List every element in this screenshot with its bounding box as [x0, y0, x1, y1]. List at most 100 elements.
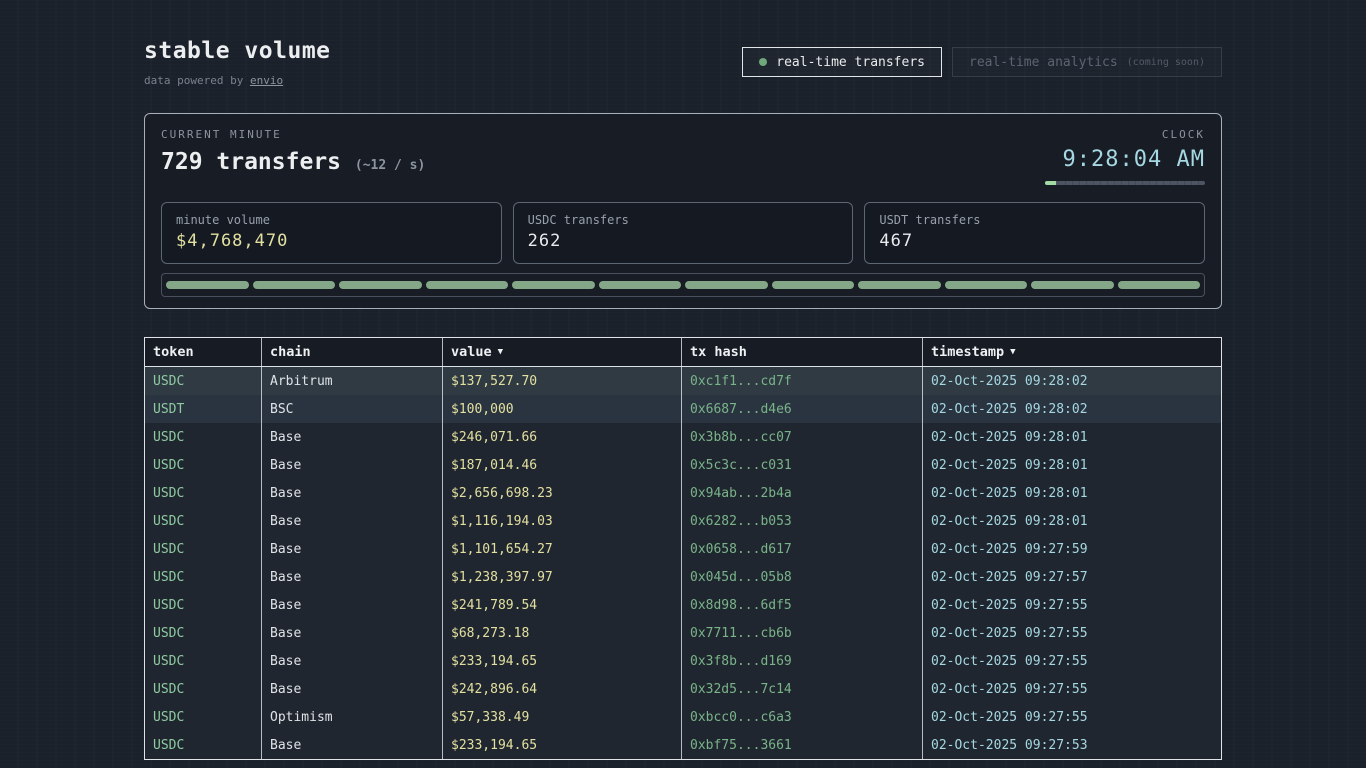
transfers-rate: (~12 / s) [355, 158, 425, 173]
interval-segment [166, 281, 249, 289]
tab-realtime-transfers[interactable]: real-time transfers [742, 47, 942, 77]
tx-hash-link[interactable]: 0x3b8b...cc07 [682, 423, 923, 451]
interval-segment [512, 281, 595, 289]
token-cell: USDC [145, 507, 262, 535]
tx-hash-link[interactable]: 0xc1f1...cd7f [682, 367, 923, 395]
clock-progress-fill [1045, 181, 1056, 185]
table-row: USDC Base $187,014.46 0x5c3c...c031 02-O… [145, 451, 1221, 479]
tx-hash-link[interactable]: 0x0658...d617 [682, 535, 923, 563]
value-cell: $242,896.64 [443, 675, 682, 703]
timestamp-cell: 02-Oct-2025 09:28:01 [923, 423, 1220, 451]
table-row: USDC Base $1,116,194.03 0x6282...b053 02… [145, 507, 1221, 535]
token-cell: USDC [145, 563, 262, 591]
timestamp-cell: 02-Oct-2025 09:27:55 [923, 591, 1220, 619]
interval-segment [1031, 281, 1114, 289]
tab-analytics-label: real-time analytics [969, 55, 1118, 70]
transfers-summary: CURRENT MINUTE 729 transfers (~12 / s) [161, 128, 425, 175]
interval-segment [945, 281, 1028, 289]
timestamp-cell: 02-Oct-2025 09:27:55 [923, 647, 1220, 675]
chain-cell: Arbitrum [262, 367, 443, 395]
coming-soon-label: (coming soon) [1127, 57, 1205, 68]
tx-hash-link[interactable]: 0x6282...b053 [682, 507, 923, 535]
table-row: USDC Base $233,194.65 0x3f8b...d169 02-O… [145, 647, 1221, 675]
usdt-transfers-label: USDT transfers [879, 213, 1190, 227]
timestamp-cell: 02-Oct-2025 09:27:53 [923, 731, 1220, 759]
table-row: USDC Arbitrum $137,527.70 0xc1f1...cd7f … [145, 367, 1221, 395]
tx-hash-link[interactable]: 0x32d5...7c14 [682, 675, 923, 703]
col-header-timestamp[interactable]: timestamp▼ [923, 338, 1220, 366]
tx-hash-link[interactable]: 0xbcc0...c6a3 [682, 703, 923, 731]
current-minute-panel: CURRENT MINUTE 729 transfers (~12 / s) C… [144, 113, 1222, 309]
timestamp-cell: 02-Oct-2025 09:28:01 [923, 479, 1220, 507]
tx-hash-link[interactable]: 0x94ab...2b4a [682, 479, 923, 507]
value-cell: $187,014.46 [443, 451, 682, 479]
clock-label: CLOCK [1045, 128, 1205, 141]
tx-hash-link[interactable]: 0x045d...05b8 [682, 563, 923, 591]
transfers-table: token chain value▼ tx hash timestamp▼ US… [144, 337, 1222, 760]
tx-hash-link[interactable]: 0x6687...d4e6 [682, 395, 923, 423]
chain-cell: Base [262, 507, 443, 535]
chain-cell: Base [262, 619, 443, 647]
tx-hash-link[interactable]: 0x7711...cb6b [682, 619, 923, 647]
tx-hash-link[interactable]: 0xbf75...3661 [682, 731, 923, 759]
transfers-count: 729 transfers (~12 / s) [161, 149, 425, 175]
usdt-transfers-card: USDT transfers 467 [864, 202, 1205, 264]
chain-cell: Base [262, 731, 443, 759]
token-cell: USDC [145, 423, 262, 451]
token-cell: USDC [145, 675, 262, 703]
tx-hash-link[interactable]: 0x5c3c...c031 [682, 451, 923, 479]
table-row: USDC Base $2,656,698.23 0x94ab...2b4a 02… [145, 479, 1221, 507]
timestamp-cell: 02-Oct-2025 09:28:01 [923, 451, 1220, 479]
table-row: USDC Base $242,896.64 0x32d5...7c14 02-O… [145, 675, 1221, 703]
col-header-token: token [145, 338, 262, 366]
col-header-tx-hash: tx hash [682, 338, 923, 366]
usdc-transfers-card: USDC transfers 262 [513, 202, 854, 264]
timestamp-cell: 02-Oct-2025 09:27:57 [923, 563, 1220, 591]
live-indicator-dot [759, 58, 767, 66]
main-content: stable volume data powered by envio real… [144, 0, 1222, 760]
table-row: USDC Optimism $57,338.49 0xbcc0...c6a3 0… [145, 703, 1221, 731]
stat-cards: minute volume $4,768,470 USDC transfers … [161, 202, 1205, 264]
page-header: stable volume data powered by envio real… [144, 0, 1222, 87]
interval-segments-bar [161, 273, 1205, 297]
usdc-transfers-value: 262 [528, 231, 839, 251]
view-tabs: real-time transfers real-time analytics … [742, 47, 1222, 77]
value-cell: $1,101,654.27 [443, 535, 682, 563]
clock-block: CLOCK 9:28:04 AM [1045, 128, 1205, 185]
token-cell: USDC [145, 479, 262, 507]
timestamp-cell: 02-Oct-2025 09:27:55 [923, 703, 1220, 731]
token-cell: USDT [145, 395, 262, 423]
value-cell: $1,238,397.97 [443, 563, 682, 591]
usdt-transfers-value: 467 [879, 231, 1190, 251]
table-header-row: token chain value▼ tx hash timestamp▼ [145, 338, 1221, 367]
minute-volume-value: $4,768,470 [176, 231, 487, 251]
chain-cell: Optimism [262, 703, 443, 731]
minute-volume-card: minute volume $4,768,470 [161, 202, 502, 264]
timestamp-cell: 02-Oct-2025 09:27:59 [923, 535, 1220, 563]
tx-hash-link[interactable]: 0x3f8b...d169 [682, 647, 923, 675]
interval-segment [426, 281, 509, 289]
chain-cell: Base [262, 675, 443, 703]
token-cell: USDC [145, 535, 262, 563]
timestamp-cell: 02-Oct-2025 09:28:02 [923, 395, 1220, 423]
interval-segment [858, 281, 941, 289]
token-cell: USDC [145, 647, 262, 675]
value-cell: $233,194.65 [443, 731, 682, 759]
value-cell: $100,000 [443, 395, 682, 423]
tx-hash-link[interactable]: 0x8d98...6df5 [682, 591, 923, 619]
interval-segment [253, 281, 336, 289]
transfers-count-value: 729 transfers [161, 149, 341, 175]
table-row: USDC Base $1,101,654.27 0x0658...d617 02… [145, 535, 1221, 563]
envio-link[interactable]: envio [250, 74, 283, 87]
chain-cell: Base [262, 647, 443, 675]
token-cell: USDC [145, 591, 262, 619]
table-row: USDC Base $241,789.54 0x8d98...6df5 02-O… [145, 591, 1221, 619]
chain-cell: BSC [262, 395, 443, 423]
interval-segment [1118, 281, 1201, 289]
timestamp-cell: 02-Oct-2025 09:28:02 [923, 367, 1220, 395]
chain-cell: Base [262, 423, 443, 451]
chain-cell: Base [262, 535, 443, 563]
value-cell: $68,273.18 [443, 619, 682, 647]
col-header-value[interactable]: value▼ [443, 338, 682, 366]
timestamp-cell: 02-Oct-2025 09:27:55 [923, 619, 1220, 647]
